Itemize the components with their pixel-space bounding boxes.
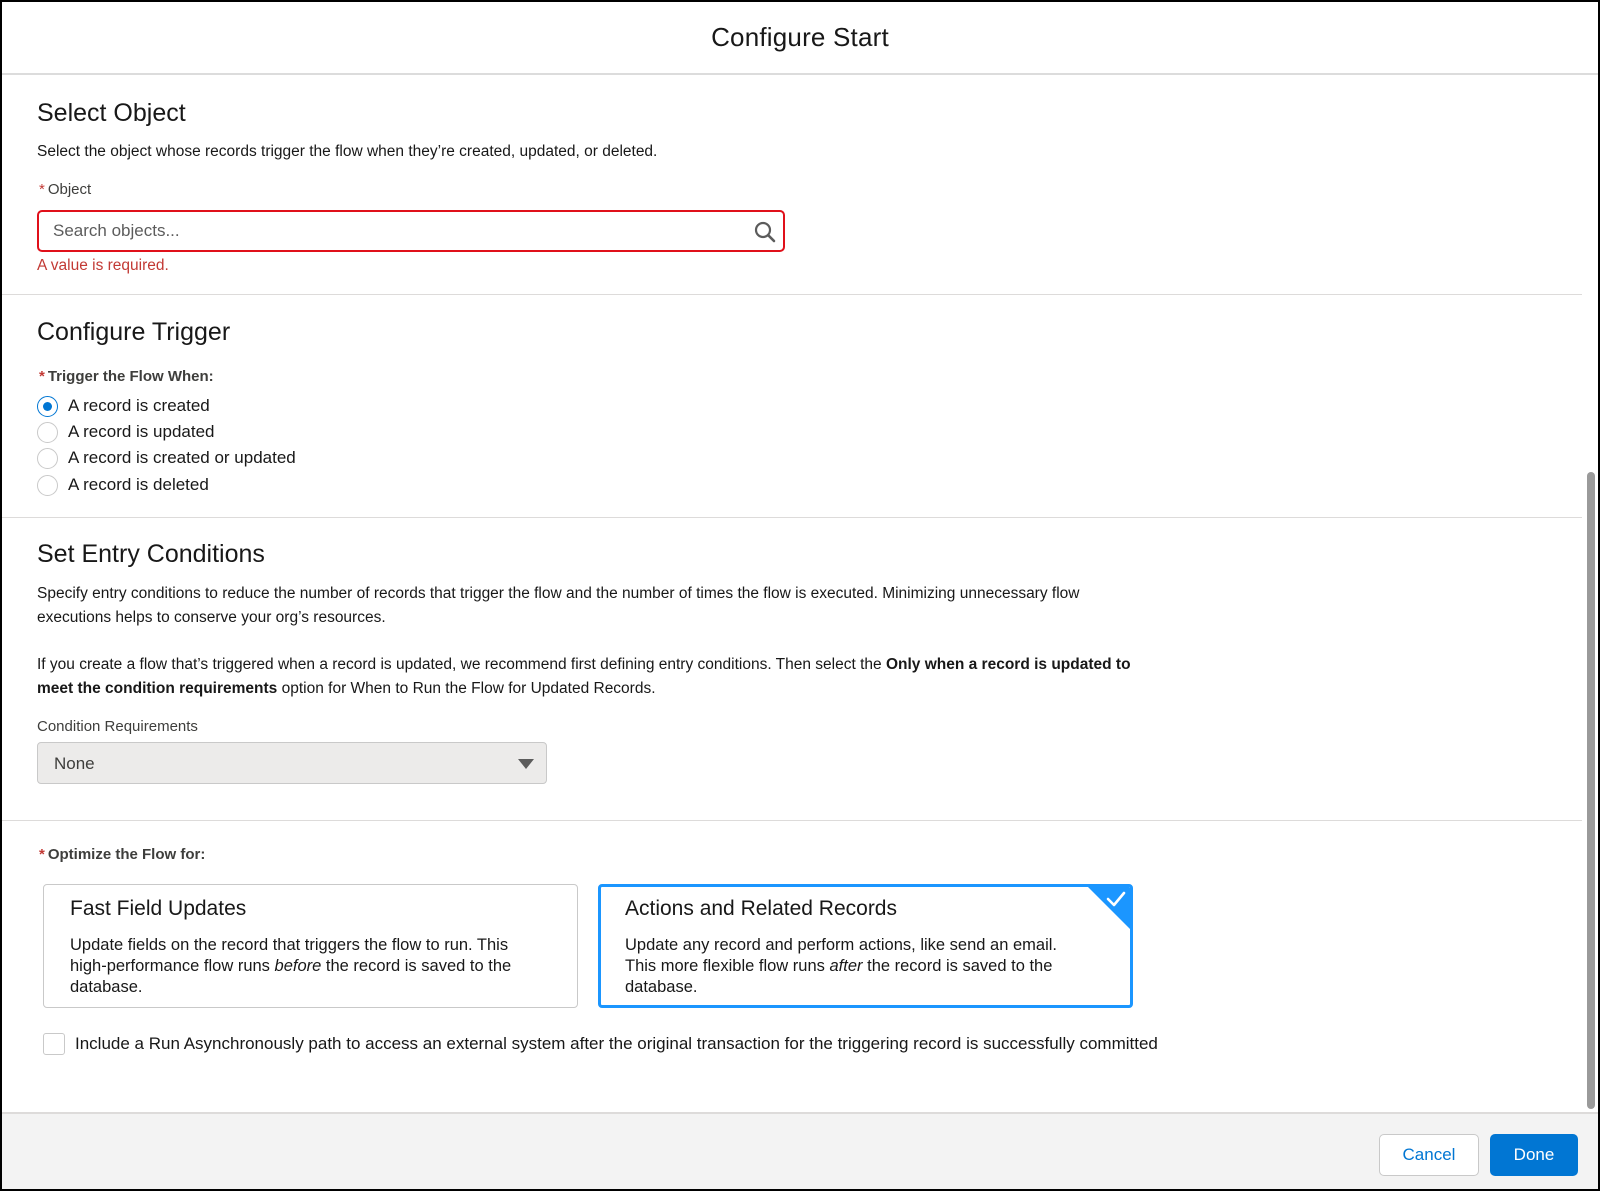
cancel-button[interactable]: Cancel bbox=[1379, 1134, 1479, 1176]
chevron-down-icon bbox=[518, 759, 534, 769]
optimize-field-label: * Optimize the Flow for: bbox=[39, 846, 206, 863]
radio-option-created[interactable]: A record is created bbox=[37, 394, 210, 418]
entry-conditions-recommendation: If you create a flow that’s triggered wh… bbox=[37, 656, 1131, 697]
configure-start-modal: Configure Start Select Object Select the… bbox=[2, 2, 1598, 1189]
search-icon[interactable] bbox=[753, 220, 777, 244]
modal-footer: Cancel Done bbox=[2, 1112, 1598, 1189]
select-object-title: Select Object bbox=[37, 99, 186, 127]
condition-requirements-label: Condition Requirements bbox=[37, 718, 198, 735]
object-error-message: A value is required. bbox=[37, 257, 169, 274]
selected-check-icon bbox=[1088, 887, 1130, 929]
required-asterisk: * bbox=[39, 368, 45, 385]
radio-button[interactable] bbox=[37, 474, 58, 496]
radio-label: A record is updated bbox=[68, 422, 215, 441]
card-description: Update any record and perform actions, l… bbox=[625, 936, 1057, 996]
run-async-option[interactable]: Include a Run Asynchronously path to acc… bbox=[43, 1033, 1158, 1055]
radio-button[interactable] bbox=[37, 421, 58, 443]
card-title: Actions and Related Records bbox=[625, 897, 897, 920]
done-button[interactable]: Done bbox=[1490, 1134, 1578, 1176]
condition-requirements-value: None bbox=[54, 754, 95, 773]
radio-label: A record is created or updated bbox=[68, 448, 296, 467]
vertical-scrollbar[interactable] bbox=[1587, 472, 1595, 1109]
configure-trigger-title: Configure Trigger bbox=[37, 318, 231, 346]
condition-requirements-select[interactable]: None bbox=[37, 742, 547, 784]
select-object-description: Select the object whose records trigger … bbox=[37, 143, 658, 160]
required-asterisk: * bbox=[39, 846, 45, 863]
radio-label: A record is created bbox=[68, 396, 210, 415]
radio-option-deleted[interactable]: A record is deleted bbox=[37, 473, 209, 497]
object-search-input[interactable] bbox=[53, 220, 733, 242]
radio-button[interactable] bbox=[37, 395, 58, 417]
card-description: Update fields on the record that trigger… bbox=[70, 936, 512, 996]
modal-header: Configure Start bbox=[2, 2, 1598, 75]
radio-button[interactable] bbox=[37, 447, 58, 469]
object-field-label: * Object bbox=[39, 181, 92, 198]
run-async-label: Include a Run Asynchronously path to acc… bbox=[75, 1034, 1158, 1053]
modal-body: Select Object Select the object whose re… bbox=[2, 77, 1598, 1112]
modal-title: Configure Start bbox=[711, 22, 889, 52]
select-object-section: Select Object Select the object whose re… bbox=[2, 77, 1582, 295]
radio-option-created-or-updated[interactable]: A record is created or updated bbox=[37, 446, 296, 470]
card-title: Fast Field Updates bbox=[70, 897, 247, 920]
radio-option-updated[interactable]: A record is updated bbox=[37, 420, 214, 444]
radio-label: A record is deleted bbox=[68, 475, 209, 494]
required-asterisk: * bbox=[39, 181, 45, 198]
fast-field-updates-card[interactable]: Fast Field Updates Update fields on the … bbox=[43, 884, 578, 1008]
trigger-field-label: * Trigger the Flow When: bbox=[39, 368, 214, 385]
actions-related-records-card[interactable]: Actions and Related Records Update any r… bbox=[598, 884, 1133, 1008]
entry-conditions-title: Set Entry Conditions bbox=[37, 540, 265, 568]
entry-conditions-description: Specify entry conditions to reduce the n… bbox=[37, 585, 1080, 626]
configure-trigger-section: Configure Trigger * Trigger the Flow When… bbox=[2, 295, 1582, 518]
run-async-checkbox[interactable] bbox=[43, 1033, 65, 1055]
object-search-box[interactable] bbox=[37, 210, 785, 252]
